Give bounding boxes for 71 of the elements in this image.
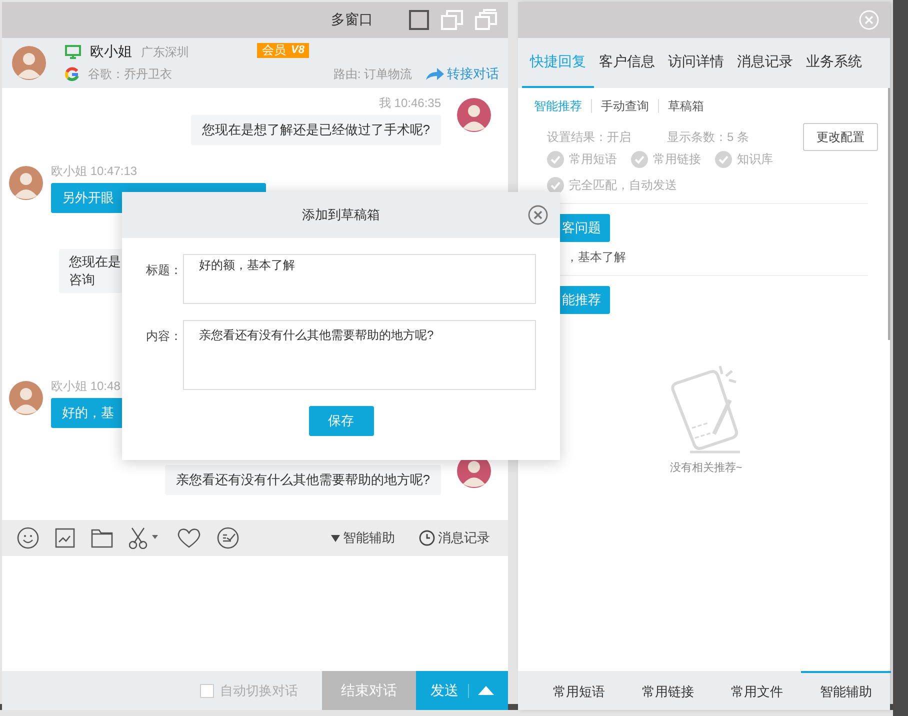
option-label: 完全匹配，自动发送 [569,177,677,194]
panel-tab[interactable]: 客户信息 [591,38,663,88]
assist-label: 智能辅助 [343,529,395,547]
member-label: 会员 [262,42,286,58]
setting-text: 显示条数：5 条 [667,128,750,146]
message-meta: 欧小姐 10:48 [51,379,122,393]
close-icon[interactable] [528,205,548,225]
assist-link[interactable]: 智能辅助 [331,529,395,547]
window-title: 多窗口 [331,11,373,29]
option-label: 知识库 [737,151,773,168]
heart-icon[interactable] [177,528,201,548]
send-label: 发送 [430,682,458,700]
check-circle-icon[interactable] [715,151,732,168]
checkbox-label: 自动切换对话 [220,682,298,700]
customer-name: 欧小姐 [90,43,132,61]
message-bubble: 您现在是想了解还是已经做过了手术呢? [190,115,441,145]
image-icon[interactable] [55,528,75,548]
history-link[interactable]: 消息记录 [419,529,490,547]
bottom-tab[interactable]: 常用短语 [534,671,624,710]
title-field[interactable]: 好的额，基本了解 [183,254,536,304]
folder-icon[interactable] [91,528,113,548]
sub-tab[interactable]: 草稿箱 [668,98,704,114]
change-config-button[interactable]: 更改配置 [803,123,878,151]
maximize-icon[interactable] [408,9,430,31]
avatar [457,98,491,132]
message-meta: 我 10:46:35 [378,96,441,110]
message-text: 另外开眼 [62,190,114,205]
message-text: 好的，基 [62,405,114,420]
restore-icon[interactable] [440,9,464,31]
arrow-icon [425,67,445,81]
scissors-icon[interactable] [129,527,161,549]
field-label: 内容： [146,328,183,345]
caret-up-icon[interactable] [478,686,494,695]
transfer-label: 转接对话 [447,65,499,83]
message-text: 您现在是 [69,253,121,271]
customer-location: 广东深圳 [141,44,189,60]
dialog-title: 添加到草稿箱 [302,206,380,224]
panel-tab[interactable]: 访问详情 [660,38,732,88]
content-field[interactable]: 亲您看还有没有什么其他需要帮助的地方呢? [183,320,536,390]
avatar [9,166,43,200]
panel-tab[interactable]: 业务系统 [798,38,870,88]
bottom-tab[interactable]: 常用链接 [623,671,713,710]
check-circle-icon[interactable] [631,151,648,168]
sub-tab[interactable]: 手动查询 [601,98,649,114]
multicolor-ring-icon [65,67,79,81]
setting-text: 设置结果：开启 [547,128,631,146]
panel-tab[interactable]: 消息记录 [729,38,801,88]
bottom-tab[interactable]: 智能辅助 [801,671,891,710]
field-label: 标题： [146,262,183,279]
customer-source: 谷歌：乔丹卫衣 [88,66,173,82]
history-label: 消息记录 [438,529,490,547]
scrollbar[interactable] [888,88,890,340]
avatar [9,381,43,415]
route-label: 路由: 订单物流 [333,66,412,82]
monitor-icon [65,45,81,59]
option-label: 常用链接 [653,151,701,168]
smiley-icon[interactable] [17,527,39,549]
vip-level: V8 [291,44,304,56]
message-meta: 欧小姐 10:47:13 [51,164,138,178]
empty-message: 没有相关推荐~ [670,460,742,475]
checklist-icon[interactable] [217,527,239,549]
windows-icon[interactable] [474,9,498,31]
check-circle-icon[interactable] [547,151,564,168]
message-bubble: 亲您看还有没有什么其他需要帮助的地方呢? [164,465,441,495]
dropdown-icon [331,534,340,542]
avatar [12,46,46,80]
clock-icon [419,530,435,546]
message-text: 咨询 [69,271,95,289]
checkbox[interactable] [200,684,214,698]
option-label: 常用短语 [569,151,617,168]
bottom-tab[interactable]: 常用文件 [712,671,802,710]
